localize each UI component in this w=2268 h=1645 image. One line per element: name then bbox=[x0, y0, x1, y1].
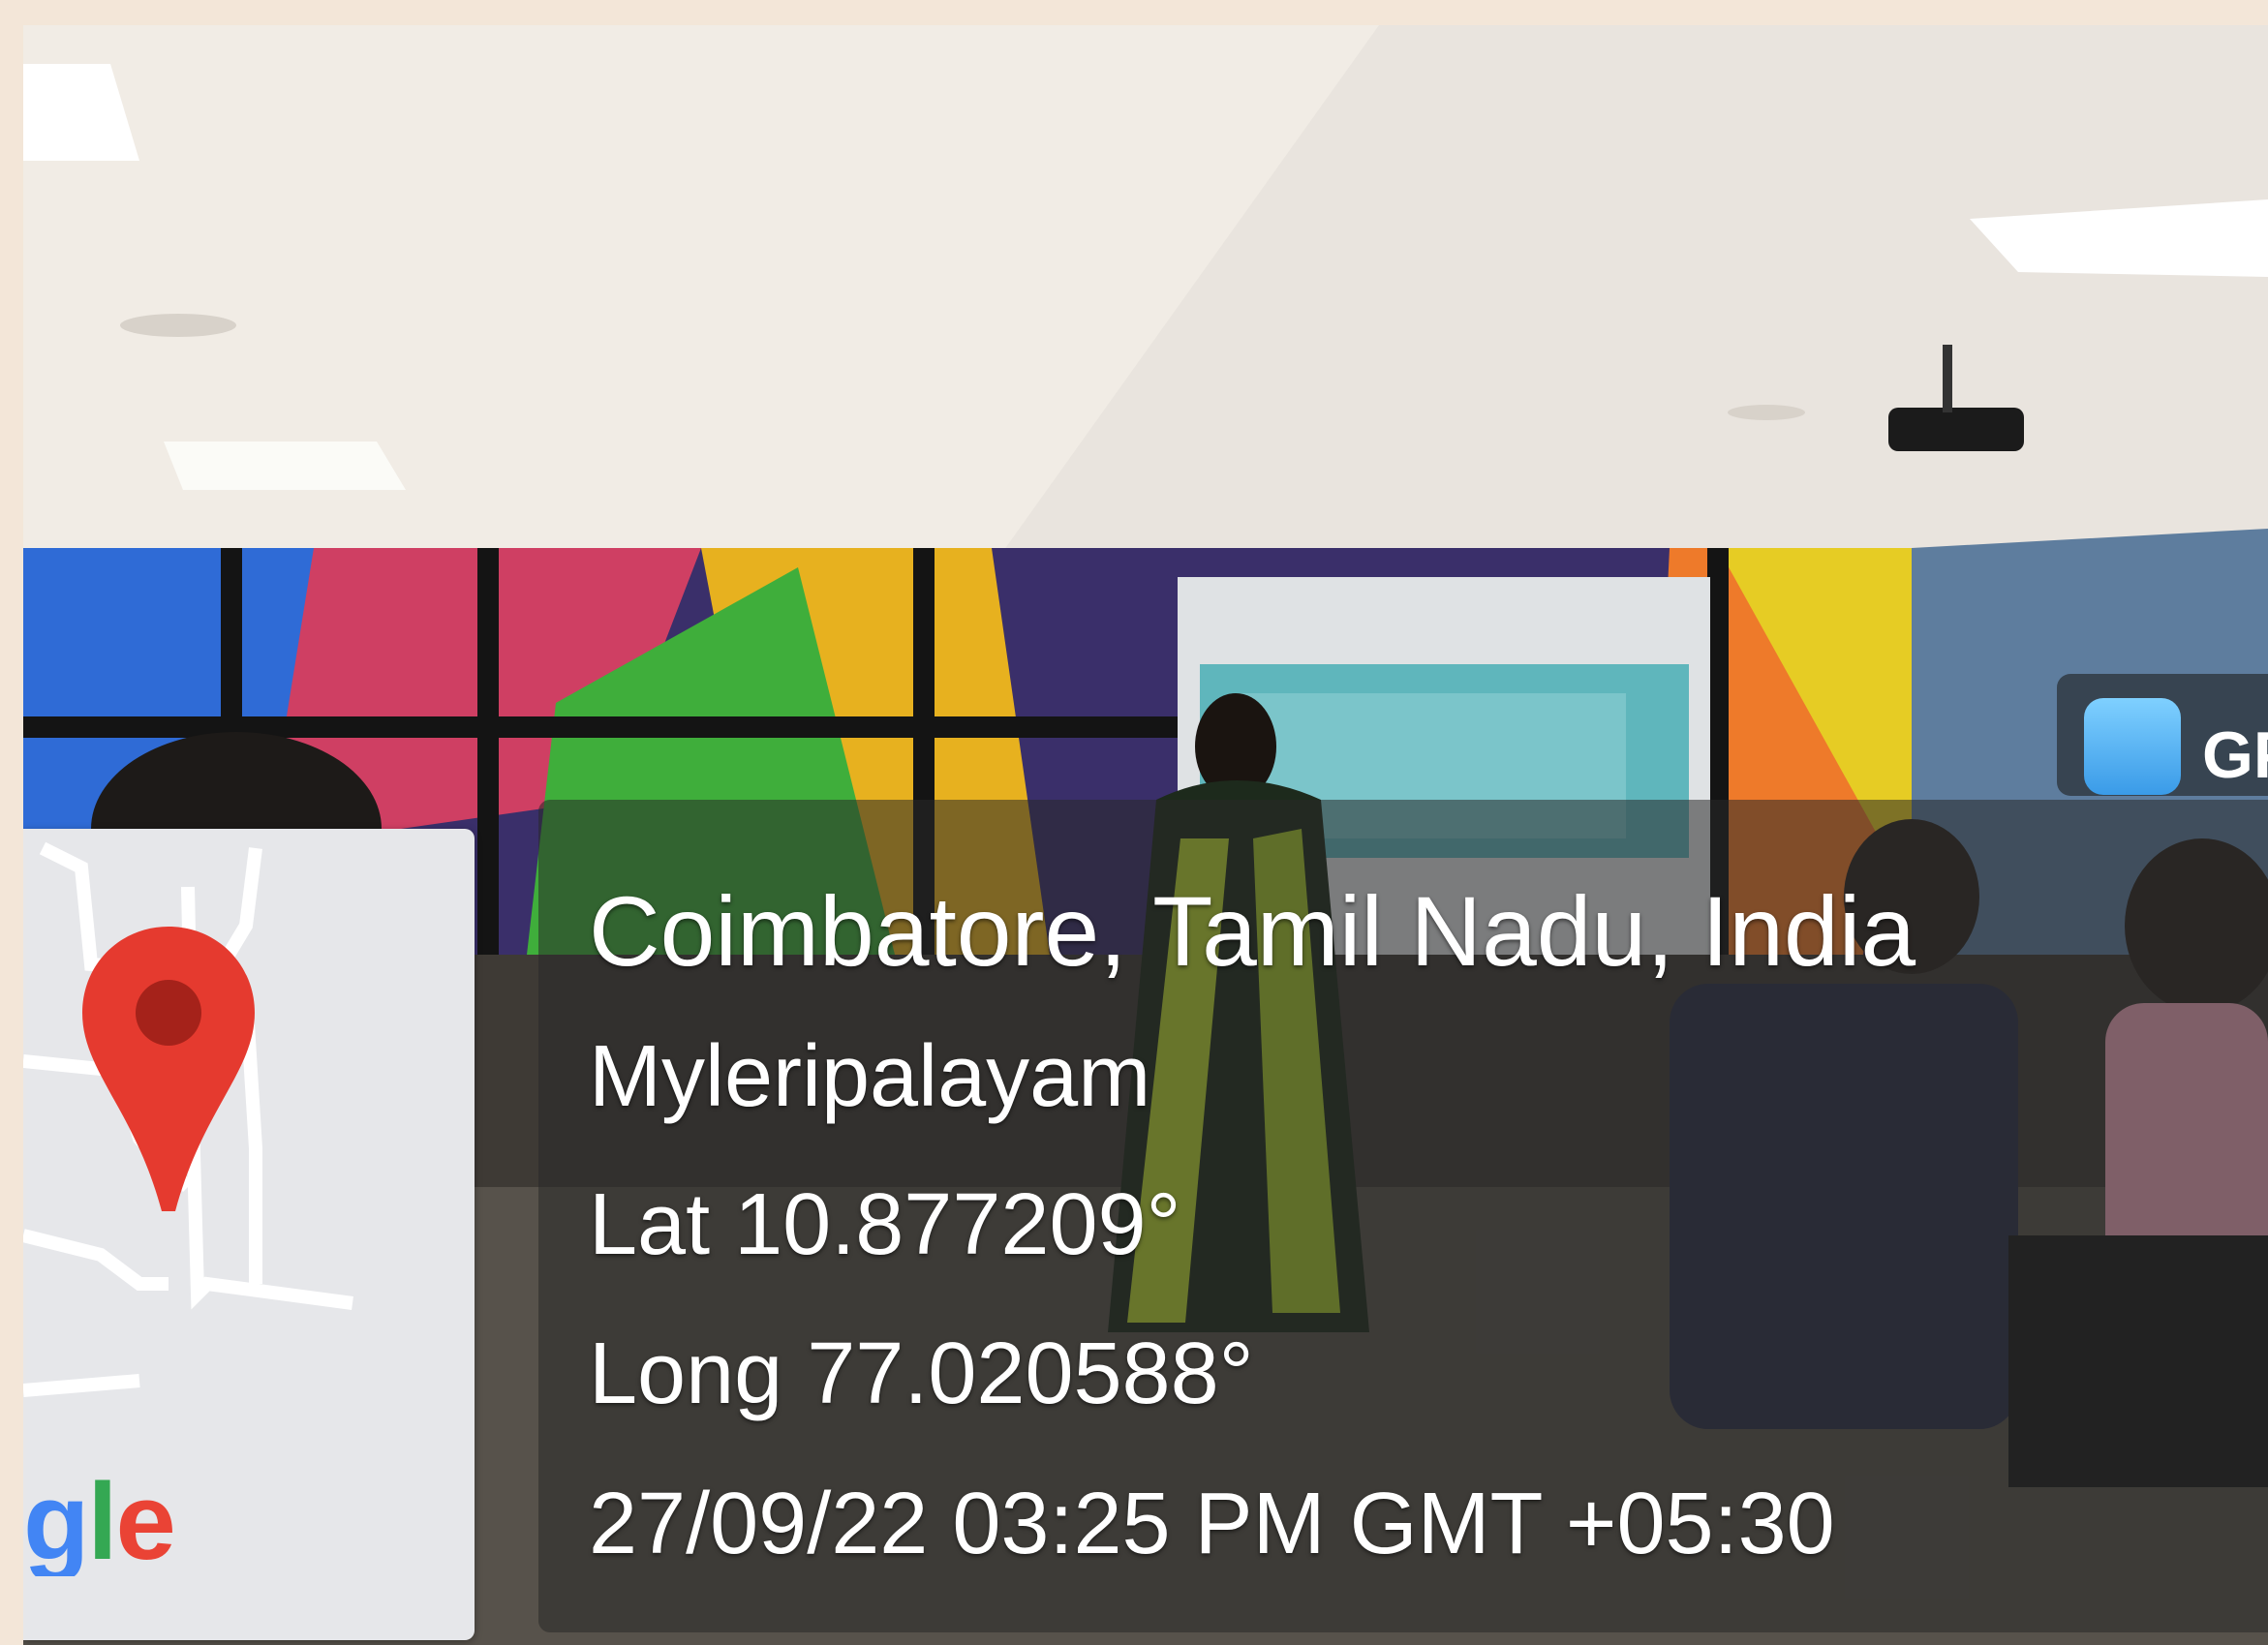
location-title: Coimbatore, Tamil Nadu, India bbox=[589, 876, 1916, 987]
timestamp-text: 27/09/22 03:25 PM GMT +05:30 bbox=[589, 1476, 1835, 1572]
map-pin-icon bbox=[82, 927, 255, 1211]
map-thumbnail[interactable]: gle bbox=[23, 829, 475, 1640]
google-logo: gle bbox=[23, 1461, 176, 1582]
area-name: Myleripalayam bbox=[589, 1028, 1151, 1125]
gps-camera-app-icon bbox=[2084, 698, 2181, 795]
gps-camera-label: GP bbox=[2202, 718, 2268, 792]
longitude-text: Long 77.020588° bbox=[589, 1325, 1254, 1422]
photo-frame: gle Coimbatore, Tamil Nadu, India Myleri… bbox=[23, 25, 2268, 1645]
latitude-text: Lat 10.877209° bbox=[589, 1176, 1181, 1273]
